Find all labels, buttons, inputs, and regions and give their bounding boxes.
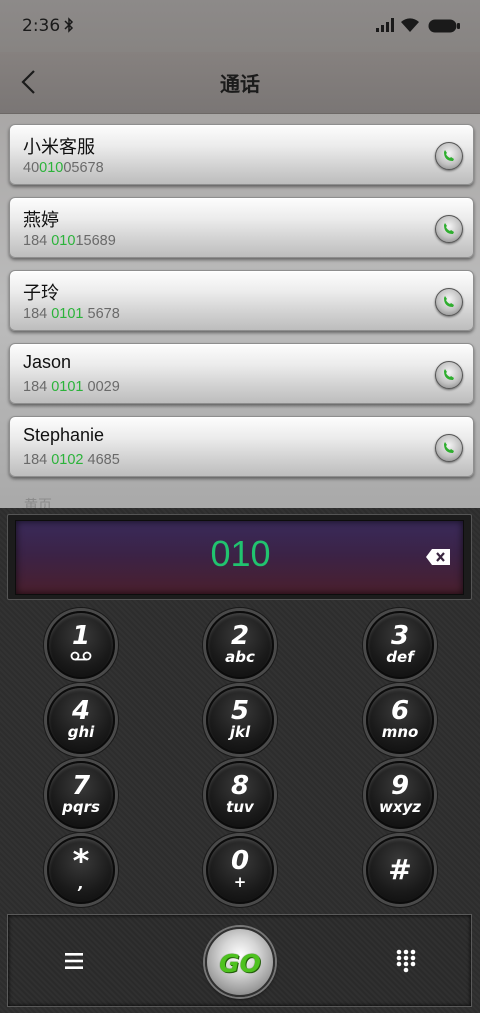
key-7[interactable]: 7 pqrs xyxy=(47,761,115,829)
contact-item[interactable]: Stephanie 184 0102 4685 xyxy=(9,416,474,477)
contact-number: 184 01015689 xyxy=(23,233,116,249)
contact-number: 4001005678 xyxy=(23,160,104,176)
page-title: 通话 xyxy=(220,72,260,96)
dial-panel: 010 1 2 abc 3 def 4 ghi 5 jkl 6 mno 7 pq… xyxy=(0,508,480,1013)
key-4[interactable]: 4 ghi xyxy=(47,686,115,754)
key-3[interactable]: 3 def xyxy=(366,611,434,679)
call-button[interactable] xyxy=(435,142,463,170)
status-time: 2:36 xyxy=(22,16,61,36)
contact-name: Jason xyxy=(23,352,72,372)
contact-item[interactable]: 子玲 184 0101 5678 xyxy=(9,270,474,331)
wifi-icon xyxy=(401,18,419,32)
call-icon xyxy=(444,442,454,453)
status-bar: 2:36 xyxy=(0,0,480,52)
battery-icon xyxy=(428,19,460,33)
contact-number: 184 0101 5678 xyxy=(23,306,120,322)
voicemail-icon xyxy=(70,651,92,661)
contact-list: 小米客服 4001005678 燕婷 184 01015689 子玲 184 0… xyxy=(9,124,474,489)
key-star[interactable]: * , xyxy=(47,836,115,904)
key-2[interactable]: 2 abc xyxy=(206,611,274,679)
header-bar: 通话 xyxy=(0,52,480,114)
contact-item[interactable]: Jason 184 0101 0029 xyxy=(9,343,474,404)
contact-name: Stephanie xyxy=(23,425,105,445)
section-header-peek: 黄页 xyxy=(24,498,52,508)
bluetooth-icon xyxy=(64,17,74,33)
key-9[interactable]: 9 wxyz xyxy=(366,761,434,829)
backspace-icon[interactable] xyxy=(425,548,451,566)
signal-icon xyxy=(376,18,394,32)
key-5[interactable]: 5 jkl xyxy=(206,686,274,754)
contact-name: 小米客服 xyxy=(23,137,95,157)
dial-display-frame: 010 xyxy=(7,514,472,600)
dial-display: 010 xyxy=(15,520,464,595)
key-0[interactable]: 0 + xyxy=(206,836,274,904)
call-icon xyxy=(444,369,454,380)
call-icon xyxy=(444,150,454,161)
contact-item[interactable]: 小米客服 4001005678 xyxy=(9,124,474,185)
call-button[interactable] xyxy=(435,288,463,316)
bottom-action-bar: GO xyxy=(7,914,472,1007)
call-icon xyxy=(444,223,454,234)
contact-item[interactable]: 燕婷 184 01015689 xyxy=(9,197,474,258)
contact-number: 184 0101 0029 xyxy=(23,379,120,395)
key-6[interactable]: 6 mno xyxy=(366,686,434,754)
keypad-icon[interactable] xyxy=(396,949,416,973)
contact-name: 燕婷 xyxy=(23,210,59,230)
menu-icon[interactable] xyxy=(63,951,85,971)
top-area: 2:36 通话 小米客服 4001005678 燕婷 184 01015689 … xyxy=(0,0,480,513)
call-button[interactable] xyxy=(435,361,463,389)
key-hash[interactable]: # xyxy=(366,836,434,904)
contact-name: 子玲 xyxy=(23,283,59,303)
call-button[interactable] xyxy=(435,434,463,462)
contact-number: 184 0102 4685 xyxy=(23,452,120,468)
dialed-number: 010 xyxy=(210,533,271,574)
key-1[interactable]: 1 xyxy=(47,611,115,679)
call-button[interactable] xyxy=(435,215,463,243)
call-icon xyxy=(444,296,454,307)
go-call-button[interactable]: GO xyxy=(205,927,275,997)
key-8[interactable]: 8 tuv xyxy=(206,761,274,829)
